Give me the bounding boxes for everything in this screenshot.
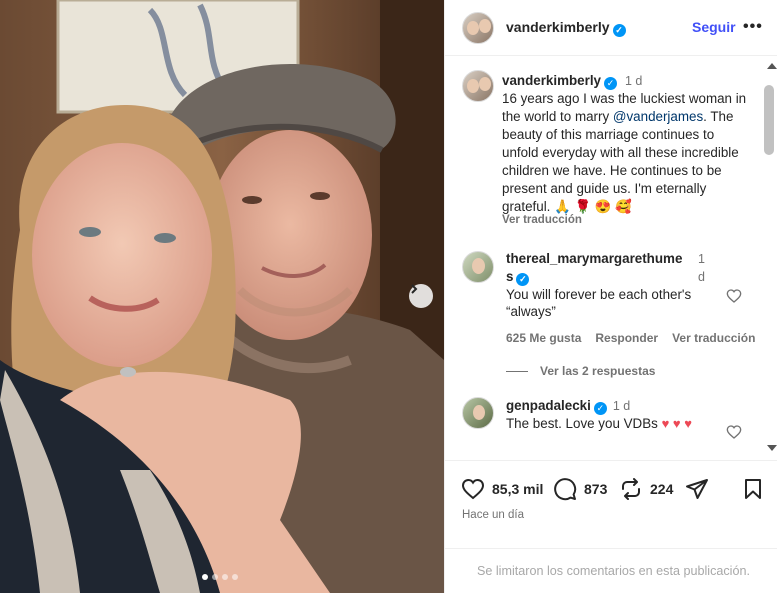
avatar[interactable] bbox=[462, 12, 494, 44]
comment-time[interactable]: 1 d bbox=[698, 250, 712, 286]
like-button[interactable]: 85,3 mil bbox=[461, 477, 543, 501]
more-options-button[interactable]: ••• bbox=[743, 18, 763, 36]
repost-button[interactable]: 224 bbox=[619, 477, 673, 501]
repost-icon bbox=[622, 478, 640, 500]
comment-text: The best. Love you VDBs ♥ ♥ ♥ bbox=[506, 415, 711, 433]
post-header: vanderkimberly ✓ Seguir ••• bbox=[445, 0, 777, 56]
caption-text-end: . The beauty of this marriage continues … bbox=[502, 109, 739, 214]
post-caption: vanderkimberly ✓ 1 d 16 years ago I was th… bbox=[502, 72, 747, 216]
carousel-dot[interactable] bbox=[222, 574, 228, 580]
comment-likes[interactable]: 625 Me gusta bbox=[506, 331, 581, 345]
heart-icon[interactable] bbox=[726, 424, 742, 440]
carousel-dots bbox=[202, 574, 238, 580]
comment-username[interactable]: genpadalecki bbox=[506, 398, 591, 413]
heart-icon bbox=[461, 478, 485, 500]
carousel-dot[interactable] bbox=[212, 574, 218, 580]
comment-username-text[interactable]: thereal_marymargarethumes bbox=[506, 251, 682, 284]
see-translation-link[interactable]: Ver traducción bbox=[502, 214, 582, 226]
carousel-dot[interactable] bbox=[232, 574, 238, 580]
avatar[interactable] bbox=[462, 397, 494, 429]
comment-time[interactable]: 1 d bbox=[613, 399, 630, 413]
heart-emoji: ♥ ♥ ♥ bbox=[661, 416, 692, 431]
author-username[interactable]: vanderkimberly ✓ bbox=[506, 19, 626, 37]
post-time-ago[interactable]: Hace un día bbox=[462, 509, 524, 521]
like-count[interactable]: 85,3 mil bbox=[492, 481, 543, 497]
bookmark-icon bbox=[745, 479, 761, 499]
comments-scrollbar[interactable] bbox=[761, 57, 777, 460]
scroll-down-arrow[interactable] bbox=[767, 445, 777, 451]
reply-button[interactable]: Responder bbox=[595, 331, 658, 345]
share-icon bbox=[686, 479, 708, 499]
comment-icon bbox=[554, 478, 577, 501]
post-photo[interactable] bbox=[0, 0, 444, 593]
see-translation-link[interactable]: Ver traducción bbox=[672, 331, 755, 345]
author-username-text[interactable]: vanderkimberly bbox=[506, 19, 610, 35]
share-button[interactable] bbox=[685, 477, 709, 501]
carousel-next-button[interactable] bbox=[409, 284, 433, 308]
caption-mention[interactable]: @vanderjames bbox=[613, 109, 703, 124]
comment-button[interactable]: 873 bbox=[553, 477, 607, 501]
post-side-panel: vanderkimberly ✓ Seguir ••• vanderkimberl… bbox=[444, 0, 777, 593]
caption-username[interactable]: vanderkimberly bbox=[502, 73, 601, 88]
repost-count[interactable]: 224 bbox=[650, 481, 673, 497]
chevron-right-icon bbox=[411, 284, 418, 294]
verified-icon: ✓ bbox=[604, 77, 617, 90]
follow-button[interactable]: Seguir bbox=[692, 19, 736, 35]
verified-icon: ✓ bbox=[593, 402, 607, 415]
scrollbar-thumb[interactable] bbox=[764, 85, 774, 155]
comments-list[interactable]: vanderkimberly ✓ 1 d 16 years ago I was th… bbox=[445, 57, 777, 460]
comment-count[interactable]: 873 bbox=[584, 481, 607, 497]
comment-username[interactable]: thereal_marymargarethumes ✓ bbox=[506, 250, 686, 286]
view-replies-button[interactable]: Ver las 2 respuestas bbox=[506, 364, 655, 378]
post-actions: 85,3 mil 873 224 Hace un día bbox=[445, 460, 777, 548]
comment-text: You will forever be each other's “always… bbox=[506, 287, 692, 319]
couple-selfie-image bbox=[0, 0, 444, 593]
view-replies-label[interactable]: Ver las 2 respuestas bbox=[540, 364, 655, 378]
comment-text-body: The best. Love you VDBs bbox=[506, 416, 662, 431]
avatar[interactable] bbox=[462, 251, 494, 283]
heart-icon[interactable] bbox=[726, 288, 742, 304]
verified-icon: ✓ bbox=[612, 24, 626, 37]
comments-limited-notice: Se limitaron los comentarios en esta pub… bbox=[445, 548, 777, 593]
caption-time[interactable]: 1 d bbox=[625, 74, 642, 88]
verified-icon: ✓ bbox=[516, 273, 530, 286]
replies-divider bbox=[506, 370, 528, 372]
save-button[interactable] bbox=[741, 477, 765, 501]
avatar[interactable] bbox=[462, 70, 494, 102]
comment-meta: 625 Me gusta Responder Ver traducción bbox=[506, 331, 755, 345]
carousel-dot[interactable] bbox=[202, 574, 208, 580]
scroll-up-arrow[interactable] bbox=[767, 63, 777, 69]
comment-header: genpadalecki ✓ 1 d bbox=[506, 397, 630, 415]
